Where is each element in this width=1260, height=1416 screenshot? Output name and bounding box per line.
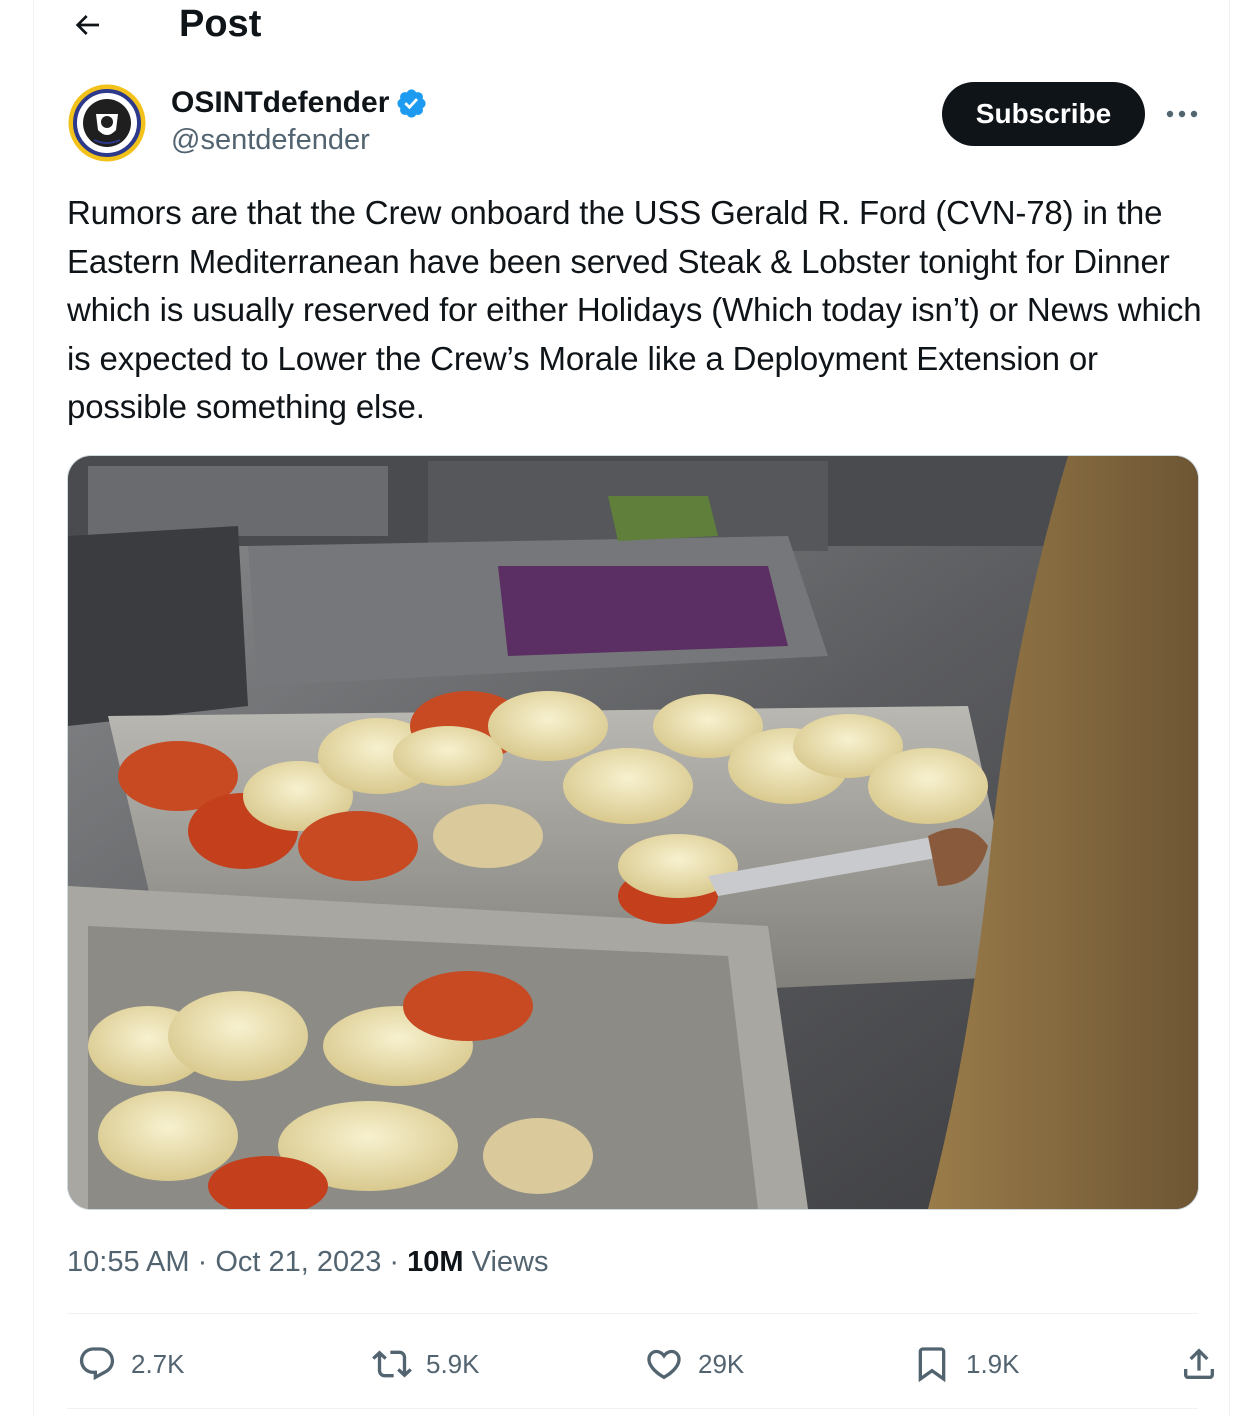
author-display-name[interactable]: OSINTdefender — [171, 86, 389, 120]
engagement-bar: 2.7K 5.9K 29K 1.9K — [67, 1334, 1214, 1394]
osint-seal-avatar — [68, 84, 146, 162]
post-time[interactable]: 10:55 AM — [67, 1246, 190, 1278]
like-count: 29K — [698, 1348, 745, 1379]
repost-button[interactable]: 5.9K — [372, 1334, 480, 1394]
meta-separator: · — [381, 1246, 408, 1278]
like-button[interactable]: 29K — [644, 1334, 744, 1394]
reply-count: 2.7K — [131, 1348, 185, 1379]
repost-icon — [372, 1350, 412, 1378]
post-meta: 10:55 AM · Oct 21, 2023 · 10M Views — [67, 1240, 548, 1284]
bookmark-button[interactable]: 1.9K — [912, 1334, 1020, 1394]
post-text: Rumors are that the Crew onboard the USS… — [67, 194, 1202, 425]
views-label: Views — [471, 1246, 549, 1278]
reply-icon — [79, 1347, 115, 1381]
meta-separator: · — [189, 1246, 216, 1278]
post-detail-column: Post OSINTdefender @sentdefender Subscri… — [33, 0, 1230, 1416]
divider — [67, 1408, 1198, 1409]
post-date[interactable]: Oct 21, 2023 — [215, 1246, 381, 1278]
bookmark-icon — [918, 1347, 946, 1383]
share-button[interactable] — [1179, 1334, 1219, 1394]
share-icon — [1184, 1348, 1214, 1379]
back-button[interactable] — [64, 2, 110, 48]
page-title: Post — [179, 3, 262, 45]
author-name-row[interactable]: OSINTdefender — [171, 84, 428, 122]
top-bar: Post — [34, 0, 1229, 52]
avatar[interactable] — [68, 84, 146, 162]
views-count: 10M — [407, 1246, 464, 1278]
heart-icon — [647, 1349, 681, 1380]
subscribe-button[interactable]: Subscribe — [942, 82, 1145, 146]
verified-badge-icon — [397, 88, 426, 118]
arrow-left-icon — [75, 15, 99, 35]
divider — [67, 1313, 1198, 1314]
more-dots-icon — [1166, 110, 1198, 118]
author-handle[interactable]: @sentdefender — [171, 124, 370, 157]
more-options-button[interactable] — [1162, 96, 1202, 132]
post-photo[interactable] — [67, 455, 1199, 1210]
lobster-tails-photo — [68, 456, 1198, 1209]
bookmark-count: 1.9K — [966, 1348, 1020, 1379]
repost-count: 5.9K — [426, 1348, 480, 1379]
reply-button[interactable]: 2.7K — [77, 1334, 185, 1394]
